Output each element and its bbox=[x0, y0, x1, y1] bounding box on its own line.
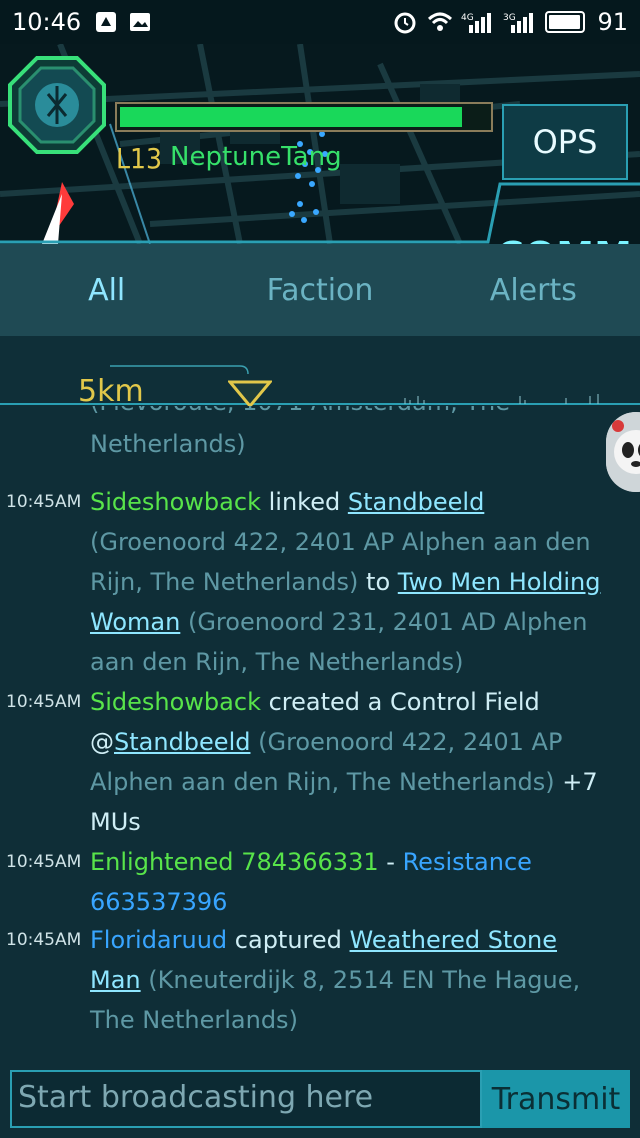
faction-badge-icon[interactable] bbox=[8, 56, 106, 154]
status-time: 10:46 bbox=[12, 8, 82, 36]
agent-name-link[interactable]: Sideshowback bbox=[90, 488, 261, 516]
xm-bar bbox=[115, 102, 493, 132]
xm-bar-fill bbox=[120, 107, 462, 127]
resistance-label: Resistance bbox=[402, 848, 532, 876]
entry-time: 10:45AM bbox=[6, 930, 82, 950]
enlightened-label: Enlightened bbox=[90, 848, 234, 876]
action-verb: created a Control Field bbox=[268, 688, 540, 716]
tab-alerts[interactable]: Alerts bbox=[427, 273, 640, 308]
comm-tabs: All Faction Alerts bbox=[0, 244, 640, 336]
at-symbol: @ bbox=[90, 728, 114, 756]
battery-level: 91 bbox=[597, 8, 628, 36]
floating-avatar[interactable] bbox=[606, 412, 640, 492]
portal-link[interactable]: Standbeeld bbox=[114, 728, 250, 756]
range-label: 5km bbox=[78, 374, 144, 409]
wifi-icon bbox=[427, 11, 453, 33]
entry-message: Enlightened 784366331 - Resistance 66353… bbox=[90, 842, 615, 922]
resistance-score: 663537396 bbox=[90, 888, 228, 916]
entry-time: 10:45AM bbox=[6, 852, 82, 872]
ops-button[interactable]: OPS bbox=[502, 104, 628, 180]
entry-time: 10:45AM bbox=[6, 492, 82, 512]
entry-message: Sideshowback linked Standbeeld (Groenoor… bbox=[90, 482, 615, 682]
range-slider[interactable]: 5km bbox=[0, 336, 640, 409]
broadcast-bar: Start broadcasting here Transmit bbox=[0, 1062, 640, 1138]
broadcast-input[interactable]: Start broadcasting here bbox=[10, 1070, 482, 1128]
partial-line-2: Netherlands) bbox=[90, 430, 246, 458]
agent-name-link[interactable]: Floridaruud bbox=[90, 926, 227, 954]
svg-text:3G: 3G bbox=[503, 13, 516, 23]
map-view[interactable]: L13 NeptuneTang OPS COMM bbox=[0, 44, 640, 244]
battery-icon bbox=[545, 11, 586, 33]
agent-name[interactable]: NeptuneTang bbox=[170, 142, 342, 172]
signal-3g-icon: 3G bbox=[503, 11, 534, 33]
status-bar: 10:46 4G 3G 91 bbox=[0, 0, 640, 44]
ingress-comm-screen: 10:46 4G 3G 91 L13 NeptuneTang OPS All F… bbox=[0, 0, 640, 1138]
signal-4g-icon: 4G bbox=[461, 11, 492, 33]
panda-avatar-icon bbox=[606, 412, 640, 492]
transmit-button[interactable]: Transmit bbox=[482, 1070, 630, 1128]
agent-level: L13 bbox=[116, 142, 163, 175]
entry-message: Sideshowback created a Control Field @St… bbox=[90, 682, 615, 842]
portal-link[interactable]: Standbeeld bbox=[348, 488, 484, 516]
partial-line-1: (Flevoroute, 1071 Amsterdam, The bbox=[90, 406, 510, 416]
to-text: to bbox=[366, 568, 391, 596]
tab-faction[interactable]: Faction bbox=[213, 273, 426, 308]
entry-message: Floridaruud captured Weathered Stone Man… bbox=[90, 920, 615, 1040]
status-right: 4G 3G 91 bbox=[393, 8, 628, 36]
alarm-icon bbox=[393, 11, 416, 34]
portal-address: (Kneuterdijk 8, 2514 EN The Hague, The N… bbox=[90, 966, 581, 1034]
enlightened-score: 784366331 bbox=[241, 848, 379, 876]
comm-feed[interactable]: (Flevoroute, 1071 Amsterdam, The Netherl… bbox=[0, 406, 640, 1062]
comm-button[interactable]: COMM bbox=[488, 226, 640, 244]
svg-text:4G: 4G bbox=[461, 13, 474, 23]
notification-icon bbox=[95, 11, 117, 33]
score-separator: - bbox=[386, 848, 395, 876]
entry-time: 10:45AM bbox=[6, 692, 82, 712]
tab-all[interactable]: All bbox=[0, 273, 213, 308]
action-verb: linked bbox=[268, 488, 341, 516]
image-icon bbox=[129, 11, 151, 33]
agent-name-link[interactable]: Sideshowback bbox=[90, 688, 261, 716]
action-verb: captured bbox=[234, 926, 342, 954]
